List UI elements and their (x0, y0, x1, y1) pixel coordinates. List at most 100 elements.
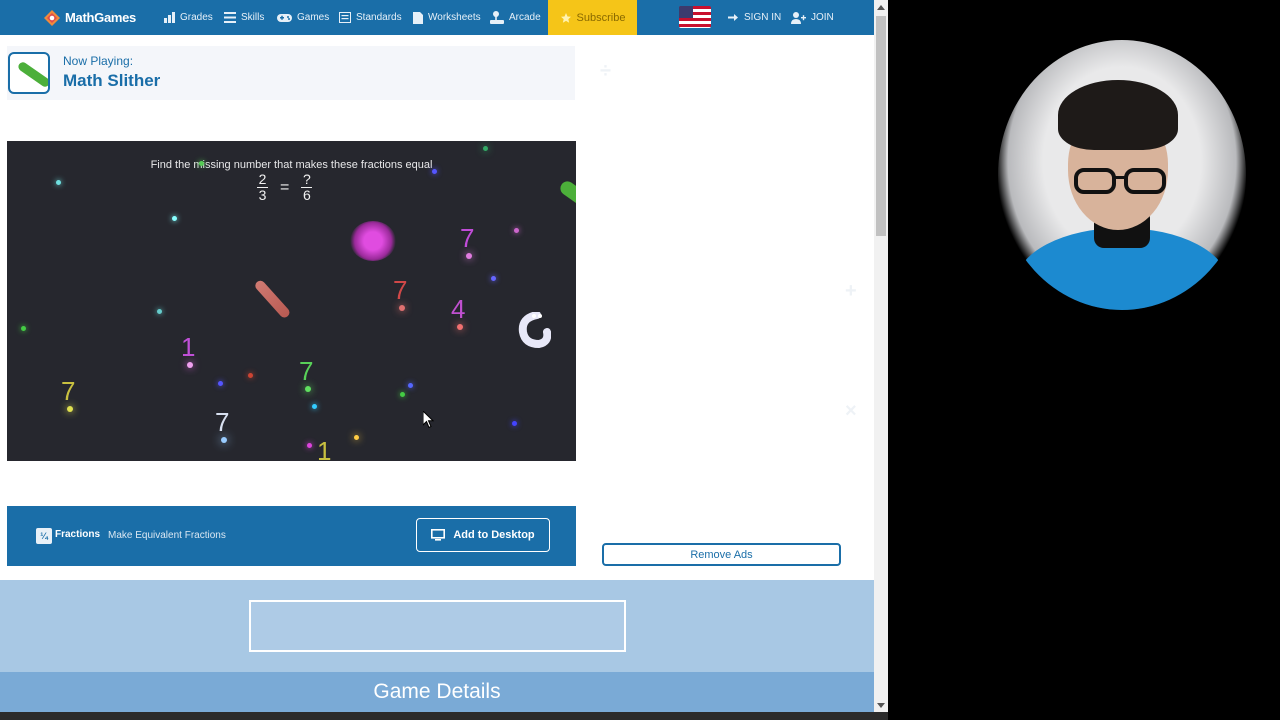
food-dot (432, 169, 437, 174)
worksheet-icon (413, 11, 423, 24)
bg-decoration: ÷ (600, 60, 611, 82)
game-prompt: Find the missing number that makes these… (150, 159, 433, 171)
add-user-icon (791, 11, 806, 24)
food-dot (312, 404, 317, 409)
nav-skills[interactable]: Skills (224, 0, 264, 35)
remove-ads-label: Remove Ads (690, 548, 753, 561)
green-snake-edge (557, 178, 576, 208)
sign-in-label: SIGN IN (744, 12, 782, 23)
left-denominator: 3 (258, 187, 267, 203)
page-viewport: MathGames Grades Skills Games Standards … (0, 0, 874, 712)
page-title: Math Slither (63, 71, 161, 90)
game-details-heading: Game Details (0, 672, 874, 712)
food-dot (408, 383, 413, 388)
bg-decoration: + (845, 280, 857, 302)
vertical-scrollbar[interactable] (874, 0, 888, 712)
game-thumbnail (8, 52, 50, 94)
game-canvas[interactable]: Find the missing number that makes these… (7, 141, 576, 461)
webcam-hair (1058, 80, 1178, 150)
subskill-link[interactable]: Make Equivalent Fractions (108, 530, 226, 541)
joystick-icon (490, 11, 504, 24)
right-fraction: ? 6 (301, 171, 313, 203)
sign-in-link[interactable]: SIGN IN (728, 0, 781, 35)
horizontal-scrollbar (0, 712, 888, 720)
left-fraction: 2 3 (257, 172, 268, 203)
food-dot (56, 180, 61, 185)
glow-orb (350, 221, 396, 261)
food-dot (514, 228, 519, 233)
join-link[interactable]: JOIN (791, 0, 834, 35)
scroll-down-icon[interactable] (874, 698, 888, 712)
browser-window: MathGames Grades Skills Games Standards … (0, 0, 888, 720)
game-info-bar: ¼ Fractions Make Equivalent Fractions Ad… (7, 506, 576, 566)
nav-games-label: Games (297, 12, 330, 23)
nav-arcade-label: Arcade (509, 12, 541, 23)
nav-worksheets-label: Worksheets (428, 12, 481, 23)
gamepad-icon (277, 13, 292, 22)
glasses-icon (1074, 168, 1166, 194)
number-token: 4 (451, 294, 465, 330)
food-dot (483, 146, 488, 151)
food-dot (400, 392, 405, 397)
nav-arcade[interactable]: Arcade (490, 0, 541, 35)
scroll-up-icon[interactable] (874, 0, 888, 14)
mathgames-logo[interactable]: MathGames (44, 0, 136, 35)
player-snake (253, 278, 292, 320)
right-denominator: 6 (302, 187, 311, 203)
nav-standards-label: Standards (356, 12, 402, 23)
lower-ad-section (0, 580, 874, 672)
nav-grades[interactable]: Grades (164, 0, 213, 35)
scroll-thumb[interactable] (876, 16, 886, 236)
number-token: 1 (181, 332, 195, 368)
remove-ads-button[interactable]: Remove Ads (602, 543, 841, 566)
number-token: 7 (61, 376, 75, 412)
number-token: 7 (393, 275, 407, 311)
nav-grades-label: Grades (180, 12, 213, 23)
food-dot (21, 326, 26, 331)
nav-standards[interactable]: Standards (339, 0, 402, 35)
standards-icon (339, 12, 351, 23)
mouse-cursor-icon (423, 411, 435, 429)
us-flag-icon[interactable] (679, 6, 711, 28)
now-playing-label: Now Playing: (63, 54, 134, 68)
bg-decoration: × (845, 400, 857, 422)
number-token: 7 (460, 223, 474, 259)
food-dot (354, 435, 359, 440)
join-label: JOIN (811, 12, 834, 23)
ad-placeholder (249, 600, 626, 652)
food-dot (157, 309, 162, 314)
add-to-desktop-button[interactable]: Add to Desktop (416, 518, 550, 552)
fraction-equation: 2 3 = ? 6 (257, 171, 313, 203)
food-dot (307, 443, 312, 448)
top-navigation: MathGames Grades Skills Games Standards … (0, 0, 874, 35)
number-token: 7 (215, 407, 229, 443)
star-icon (560, 12, 571, 23)
white-snake (518, 312, 551, 348)
number-token: 7 (299, 356, 313, 392)
grades-icon (164, 12, 175, 23)
equals-sign: = (280, 178, 290, 196)
nav-worksheets[interactable]: Worksheets (413, 0, 481, 35)
food-dot (172, 216, 177, 221)
left-numerator: 2 (258, 171, 267, 187)
food-dot (512, 421, 517, 426)
number-token: 1 (317, 436, 332, 461)
skills-icon (224, 12, 236, 23)
right-numerator: ? (302, 171, 311, 187)
skill-link[interactable]: Fractions (55, 529, 100, 540)
subscribe-label: Subscribe (576, 11, 626, 24)
subscribe-button[interactable]: Subscribe (548, 0, 637, 35)
food-dot (218, 381, 223, 386)
webcam-overlay (998, 40, 1246, 310)
add-to-desktop-label: Add to Desktop (453, 529, 535, 541)
logo-icon (44, 9, 60, 26)
sign-in-icon (728, 14, 738, 21)
food-dot (199, 161, 204, 166)
nav-games[interactable]: Games (277, 0, 329, 35)
fraction-icon: ¼ (36, 528, 52, 544)
nav-skills-label: Skills (241, 12, 265, 23)
monitor-icon (431, 529, 446, 541)
food-dot (248, 373, 253, 378)
now-playing-header: Now Playing: Math Slither (7, 46, 575, 100)
food-dot (491, 276, 496, 281)
